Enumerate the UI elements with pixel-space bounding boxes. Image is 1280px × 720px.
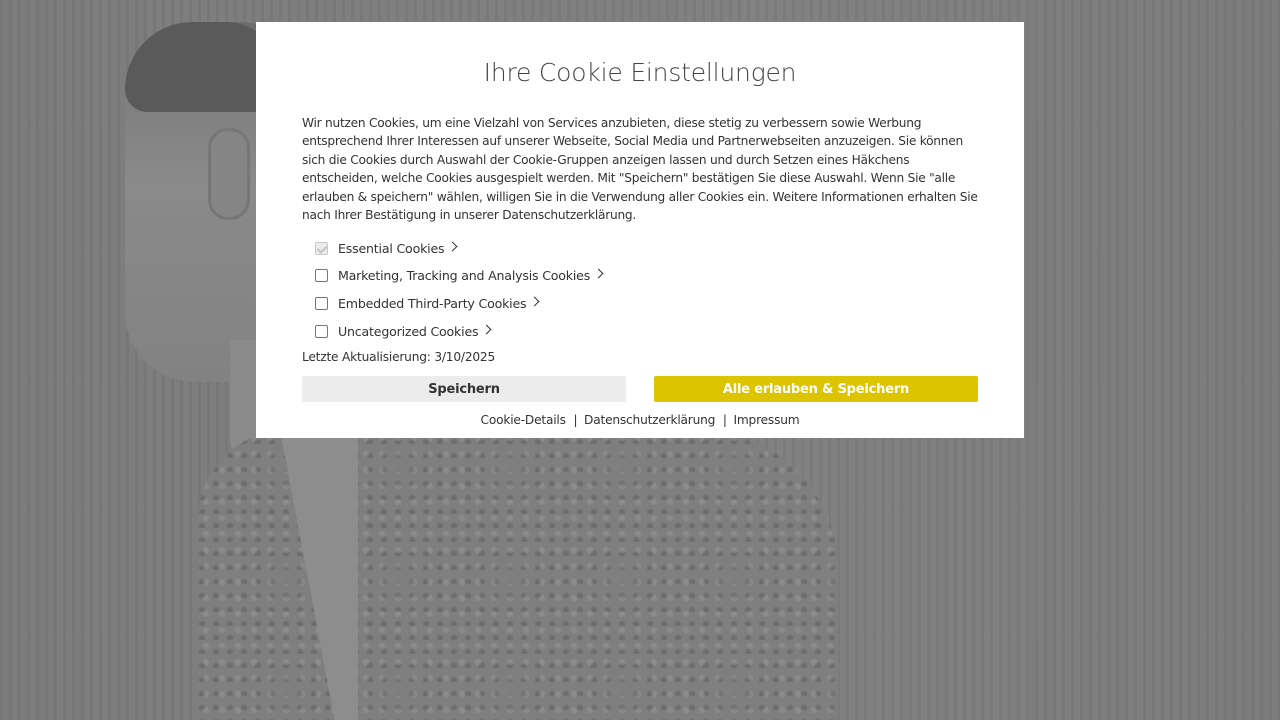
cookie-option-uncategorized: Uncategorized Cookies xyxy=(302,318,978,346)
marketing-cookies-checkbox[interactable] xyxy=(315,269,328,283)
hero-person-ear xyxy=(208,128,250,220)
modal-footer-links: Cookie-Details | Datenschutzerklärung | … xyxy=(302,413,978,427)
essential-cookies-checkbox xyxy=(315,241,328,255)
uncategorized-cookies-checkbox[interactable] xyxy=(315,324,328,338)
cookie-details-link[interactable]: Cookie-Details xyxy=(481,413,566,427)
modal-description: Wir nutzen Cookies, um eine Vielzahl von… xyxy=(302,116,978,223)
chevron-right-icon[interactable] xyxy=(529,296,540,307)
embedded-cookies-label[interactable]: Embedded Third-Party Cookies xyxy=(338,296,527,311)
imprint-link[interactable]: Impressum xyxy=(733,413,799,427)
cookie-options-list: Essential Cookies Marketing, Tracking an… xyxy=(302,234,978,345)
marketing-cookies-label[interactable]: Marketing, Tracking and Analysis Cookies xyxy=(338,268,590,283)
link-separator: | xyxy=(722,413,727,428)
cookie-option-marketing: Marketing, Tracking and Analysis Cookies xyxy=(302,262,978,290)
uncategorized-cookies-label[interactable]: Uncategorized Cookies xyxy=(338,324,479,339)
cookie-option-embedded: Embedded Third-Party Cookies xyxy=(302,290,978,318)
modal-title: Ihre Cookie Einstellungen xyxy=(483,58,797,87)
chevron-right-icon[interactable] xyxy=(481,324,492,335)
modal-buttons: Speichern Alle erlauben & Speichern xyxy=(302,376,978,403)
privacy-policy-link[interactable]: Datenschutzerklärung xyxy=(584,413,715,427)
last-updated-text: Letzte Aktualisierung: 3/10/2025 xyxy=(302,350,496,365)
chevron-right-icon[interactable] xyxy=(447,241,458,252)
save-button[interactable]: Speichern xyxy=(302,376,626,403)
link-separator: | xyxy=(573,413,578,428)
cookie-option-essential: Essential Cookies xyxy=(302,234,978,262)
essential-cookies-label[interactable]: Essential Cookies xyxy=(338,241,445,256)
cookie-consent-modal: Ihre Cookie Einstellungen Wir nutzen Coo… xyxy=(256,22,1024,438)
allow-all-save-button[interactable]: Alle erlauben & Speichern xyxy=(654,376,978,403)
chevron-right-icon[interactable] xyxy=(593,269,604,279)
embedded-cookies-checkbox[interactable] xyxy=(315,297,328,311)
